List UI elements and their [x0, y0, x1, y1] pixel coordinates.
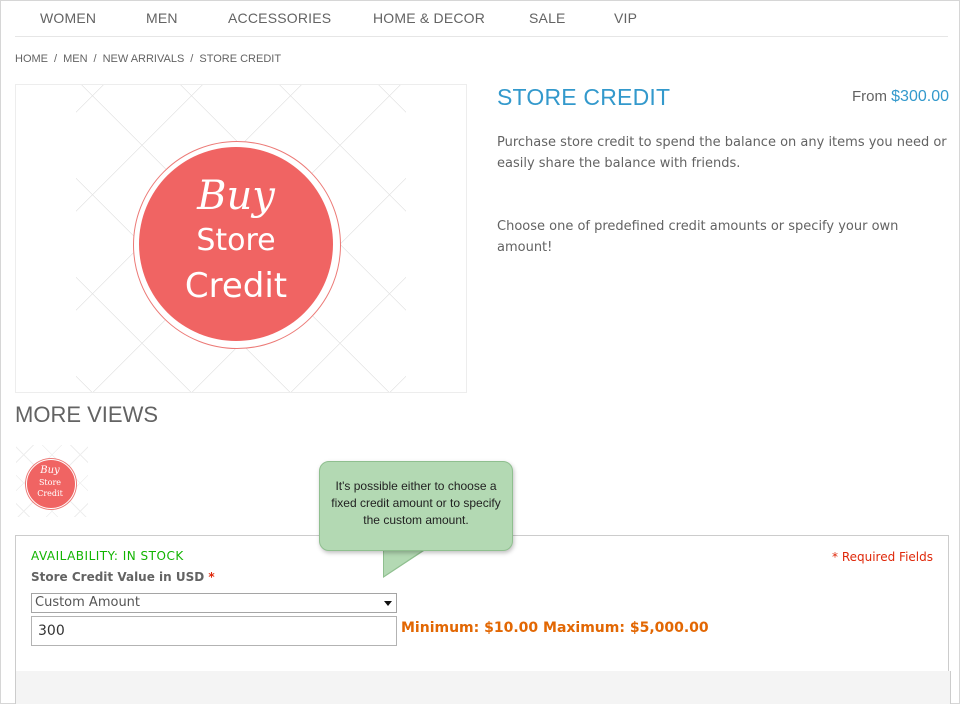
credit-amount-select-value: Custom Amount	[35, 595, 141, 610]
more-views-heading: MORE VIEWS	[15, 402, 159, 427]
thumb-text-store: Store	[38, 478, 62, 487]
image-text-buy: Buy	[197, 173, 275, 219]
credit-value-label: Store Credit Value in USD *	[31, 570, 215, 584]
breadcrumb: HOME / MEN / NEW ARRIVALS / STORE CREDIT	[15, 53, 281, 65]
nav-item-men[interactable]: MEN	[146, 10, 178, 26]
breadcrumb-separator: /	[190, 53, 194, 65]
amount-limits: Minimum: $10.00 Maximum: $5,000.00	[401, 620, 709, 636]
product-image[interactable]: Buy Store Credit	[15, 84, 467, 393]
breadcrumb-current: STORE CREDIT	[199, 53, 282, 65]
help-tooltip: It's possible either to choose a fixed c…	[319, 461, 513, 551]
price-prefix: From	[851, 88, 887, 105]
product-title: STORE CREDIT	[497, 84, 671, 110]
chevron-down-icon	[384, 601, 392, 606]
breadcrumb-home[interactable]: HOME	[15, 53, 48, 65]
tooltip-tail	[384, 548, 426, 576]
product-description-2: Choose one of predefined credit amounts …	[497, 219, 899, 255]
thumb-text-credit: Credit	[37, 489, 63, 498]
nav-item-sale[interactable]: SALE	[529, 10, 566, 26]
product-price: From $300.00	[852, 88, 949, 106]
breadcrumb-separator: /	[93, 53, 97, 65]
credit-value-label-text: Store Credit Value in USD	[31, 570, 205, 584]
tooltip-text: It's possible either to choose a fixed c…	[331, 479, 501, 527]
nav-item-women[interactable]: WOMEN	[40, 10, 96, 26]
custom-amount-input[interactable]	[31, 616, 397, 646]
credit-amount-select[interactable]: Custom Amount	[31, 593, 397, 613]
image-text-store: Store	[196, 223, 276, 258]
breadcrumb-men[interactable]: MEN	[63, 53, 87, 65]
nav-item-vip[interactable]: VIP	[614, 10, 637, 26]
thumbnail[interactable]: Buy Store Credit	[16, 445, 88, 517]
nav-item-accessories[interactable]: ACCESSORIES	[228, 10, 331, 26]
required-fields-note: * Required Fields	[832, 550, 933, 564]
breadcrumb-new-arrivals[interactable]: NEW ARRIVALS	[103, 53, 185, 65]
thumb-text-buy: Buy	[40, 465, 60, 476]
nav-item-home-decor[interactable]: HOME & DECOR	[373, 10, 485, 26]
product-description: Purchase store credit to spend the balan…	[497, 135, 947, 171]
required-star: *	[208, 570, 215, 584]
price-amount: $300.00	[891, 88, 949, 105]
product-options: AVAILABILITY: IN STOCK * Required Fields…	[15, 535, 949, 673]
breadcrumb-separator: /	[54, 53, 58, 65]
image-text-credit: Credit	[184, 266, 288, 306]
main-nav: WOMEN MEN ACCESSORIES HOME & DECOR SALE …	[15, 0, 948, 37]
availability-status: AVAILABILITY: IN STOCK	[31, 549, 184, 563]
add-to-cart-bar	[15, 671, 951, 704]
